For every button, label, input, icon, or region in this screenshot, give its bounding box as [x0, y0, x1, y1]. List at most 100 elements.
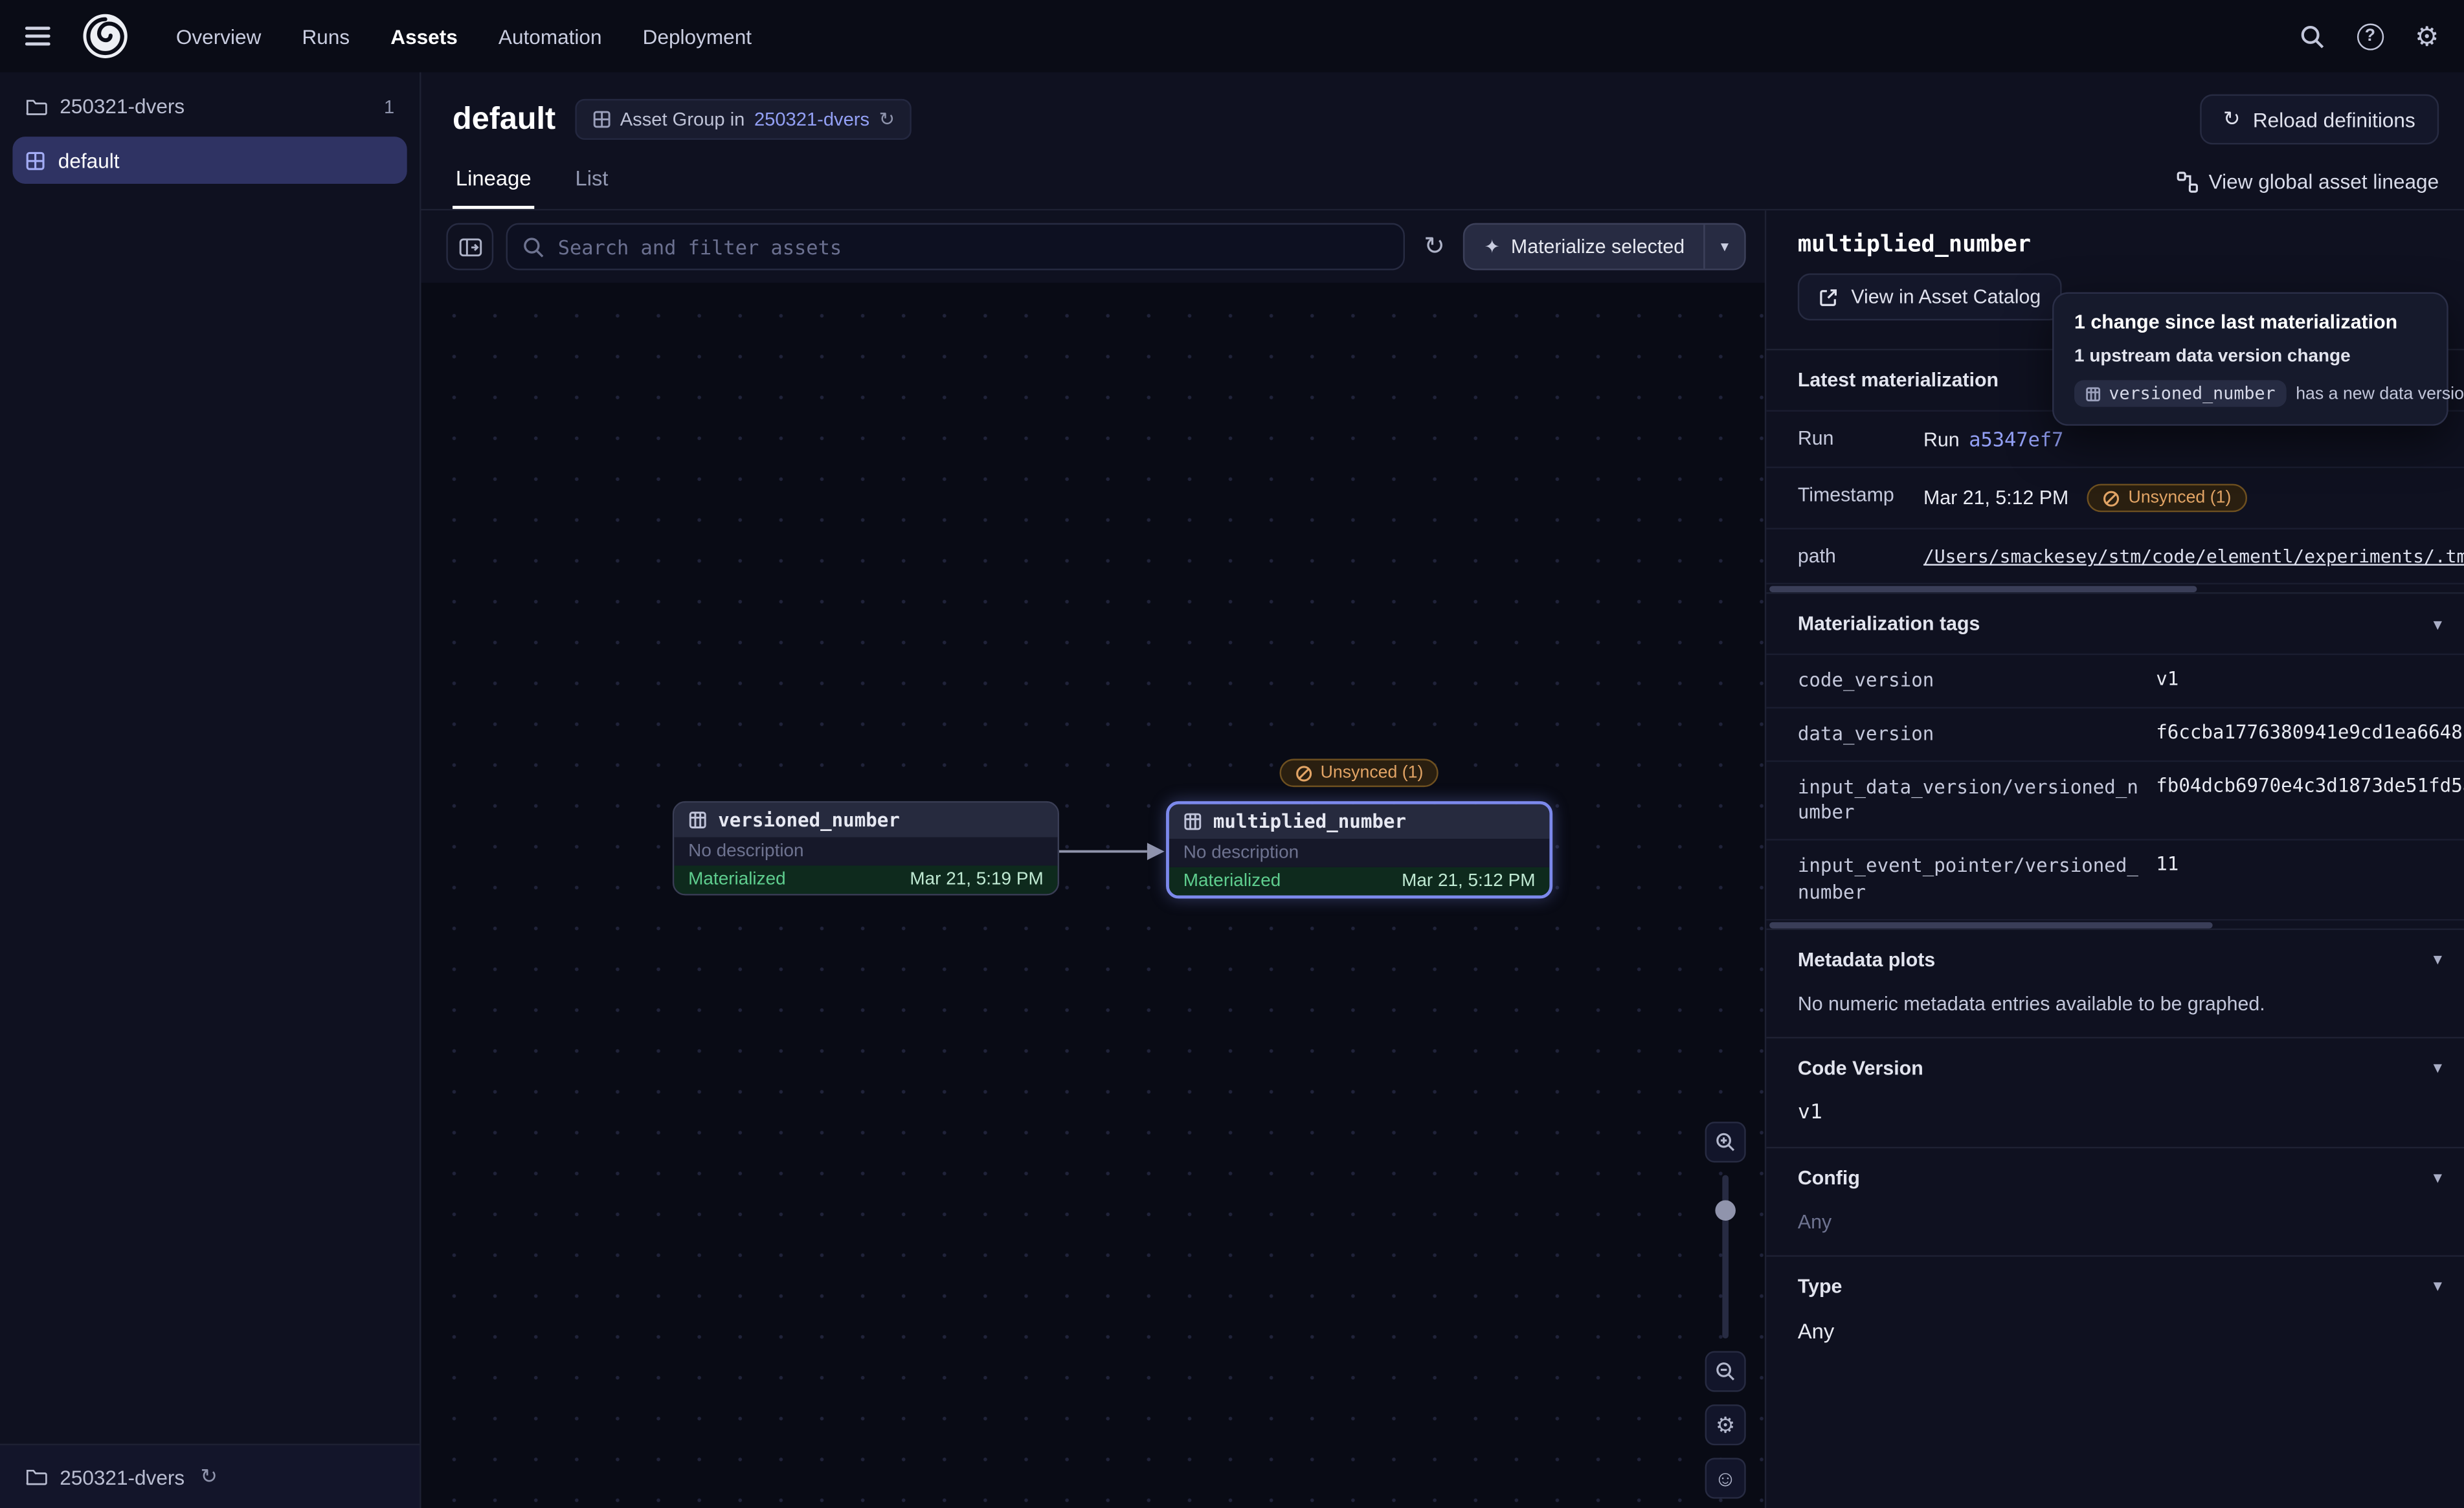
badge-group-link[interactable]: 250321-dvers [754, 108, 869, 130]
materialize-dropdown-caret[interactable]: ▾ [1703, 225, 1744, 269]
node-name: versioned_number [718, 809, 900, 831]
node-timestamp: Mar 21, 5:19 PM [910, 870, 1043, 889]
refresh-icon: ↻ [2223, 107, 2240, 132]
settings-gear-icon[interactable]: ⚙ [2415, 23, 2439, 49]
section-materialization-tags[interactable]: Materialization tags ▾ [1766, 592, 2464, 654]
reload-definitions-button[interactable]: ↻ Reload definitions [2200, 94, 2439, 145]
node-status: Materialized [1183, 872, 1281, 891]
help-icon[interactable]: ? [2357, 23, 2383, 49]
run-prefix: Run [1923, 428, 1960, 450]
chevron-down-icon: ▾ [2434, 614, 2442, 634]
tag-row: input_data_version/versioned_number fb04… [1766, 760, 2464, 839]
unsynced-icon [1295, 764, 1313, 782]
nav-actions: ? ⚙ [2299, 23, 2439, 49]
hamburger-menu-icon[interactable] [25, 22, 60, 50]
lineage-canvas[interactable]: versioned_number No description Material… [421, 283, 1765, 1508]
changes-popover: 1 change since last materialization 1 up… [2052, 292, 2448, 425]
chevron-down-icon: ▾ [2434, 949, 2442, 970]
folder-icon [25, 1467, 47, 1486]
collapse-panel-icon[interactable] [446, 223, 493, 271]
section-code-version[interactable]: Code Version ▾ [1766, 1036, 2464, 1098]
sidebar-group-row[interactable]: 250321-dvers 1 [0, 72, 420, 134]
refresh-icon[interactable]: ↻ [879, 108, 895, 130]
materialize-icon: ✦ [1484, 236, 1500, 258]
dagster-logo[interactable] [82, 12, 129, 60]
search-icon [522, 236, 545, 259]
lineage-view: ↻ ✦ Materialize selected ▾ [421, 210, 1765, 1508]
search-icon[interactable] [2299, 23, 2325, 49]
main-area: default Asset Group in 250321-dvers ↻ ↻ … [421, 72, 2464, 1508]
node-description: No description [1169, 839, 1549, 867]
metadata-plots-empty-message: No numeric metadata entries available to… [1766, 990, 2464, 1037]
main-nav: Overview Runs Assets Automation Deployme… [176, 25, 752, 48]
row-path: path /Users/smackesey/stm/code/elementl/… [1766, 528, 2464, 584]
top-nav: Overview Runs Assets Automation Deployme… [0, 0, 2464, 72]
tab-lineage[interactable]: Lineage [453, 154, 534, 209]
nav-overview[interactable]: Overview [176, 25, 262, 48]
asset-chip-versioned-number[interactable]: versioned_number [2074, 380, 2287, 406]
node-name: multiplied_number [1213, 810, 1406, 832]
sidebar-group-count: 1 [384, 95, 394, 117]
zoom-out-icon[interactable] [1705, 1351, 1746, 1392]
asset-group-badge: Asset Group in 250321-dvers ↻ [574, 99, 912, 140]
lineage-edge [1056, 834, 1169, 869]
asset-detail-title: multiplied_number [1766, 210, 2464, 258]
section-config[interactable]: Config ▾ [1766, 1146, 2464, 1208]
horizontal-scrollbar[interactable] [1769, 586, 2197, 592]
view-in-asset-catalog-button[interactable]: View in Asset Catalog [1798, 273, 2061, 320]
tag-row: input_event_pointer/versioned_number 11 [1766, 839, 2464, 920]
external-link-icon [1818, 287, 1839, 307]
asset-node-multiplied-number[interactable]: Unsynced (1) multiplied_number [1166, 801, 1552, 898]
sidebar-group-label: 250321-dvers [60, 94, 185, 118]
zoom-slider[interactable] [1705, 1175, 1746, 1338]
unsynced-badge[interactable]: Unsynced (1) [1280, 759, 1439, 787]
chevron-down-icon: ▾ [2434, 1168, 2442, 1188]
tabs-bar: Lineage List View global asset lineage [421, 151, 2464, 210]
asset-search-input[interactable] [506, 223, 1406, 271]
tab-list[interactable]: List [572, 154, 612, 209]
popover-subtitle: 1 upstream data version change [2074, 347, 2426, 366]
node-status: Materialized [688, 870, 785, 889]
sidebar-item-default[interactable]: default [12, 137, 407, 184]
nav-automation[interactable]: Automation [498, 25, 602, 48]
page-header: default Asset Group in 250321-dvers ↻ ↻ … [421, 72, 2464, 151]
asset-group-icon [25, 150, 46, 171]
asset-group-icon [592, 110, 610, 129]
horizontal-scrollbar[interactable] [1769, 922, 2212, 928]
materialization-path-link[interactable]: /Users/smackesey/stm/code/elementl/exper… [1923, 545, 2464, 567]
nav-deployment[interactable]: Deployment [643, 25, 752, 48]
graph-settings-gear-icon[interactable]: ⚙ [1705, 1404, 1746, 1445]
materialize-split-button: ✦ Materialize selected ▾ [1464, 223, 1746, 271]
refresh-icon[interactable]: ↻ [1418, 225, 1451, 269]
section-metadata-plots[interactable]: Metadata plots ▾ [1766, 928, 2464, 990]
sidebar-footer-label: 250321-dvers [60, 1465, 185, 1488]
asset-table-icon [1183, 812, 1202, 831]
zoom-controls: ⚙ ☺ [1705, 1122, 1746, 1499]
nav-runs[interactable]: Runs [302, 25, 350, 48]
unsynced-badge[interactable]: Unsynced (1) [2087, 484, 2246, 513]
materialize-selected-button[interactable]: ✦ Materialize selected [1465, 225, 1703, 269]
node-description: No description [674, 837, 1057, 866]
lineage-toolbar: ↻ ✦ Materialize selected ▾ [421, 210, 1765, 283]
app-window: Overview Runs Assets Automation Deployme… [0, 0, 2464, 1508]
zoom-slider-thumb[interactable] [1715, 1200, 1736, 1221]
folder-icon [25, 96, 47, 115]
run-id-link[interactable]: a5347ef7 [1969, 427, 2063, 450]
node-timestamp: Mar 21, 5:12 PM [1402, 872, 1535, 891]
asset-node-versioned-number[interactable]: versioned_number No description Material… [673, 801, 1059, 896]
sidebar-item-label: default [58, 148, 120, 172]
asset-table-icon [2085, 386, 2101, 401]
view-global-lineage-link[interactable]: View global asset lineage [2176, 170, 2439, 209]
page-title: default [453, 102, 555, 138]
graph-legend-icon[interactable]: ☺ [1705, 1458, 1746, 1499]
row-timestamp: Timestamp Mar 21, 5:12 PM Unsynced (1) [1766, 467, 2464, 528]
refresh-icon[interactable]: ↻ [200, 1464, 217, 1489]
section-type[interactable]: Type ▾ [1766, 1255, 2464, 1316]
zoom-in-icon[interactable] [1705, 1122, 1746, 1162]
sidebar: 250321-dvers 1 default 250321-dvers ↻ [0, 72, 421, 1508]
lineage-graph-icon [2176, 170, 2198, 192]
asset-search [506, 223, 1406, 271]
nav-assets[interactable]: Assets [390, 25, 458, 48]
asset-detail-panel: multiplied_number View in Asset Catalog … [1765, 210, 2464, 1508]
sidebar-footer[interactable]: 250321-dvers ↻ [0, 1444, 420, 1508]
